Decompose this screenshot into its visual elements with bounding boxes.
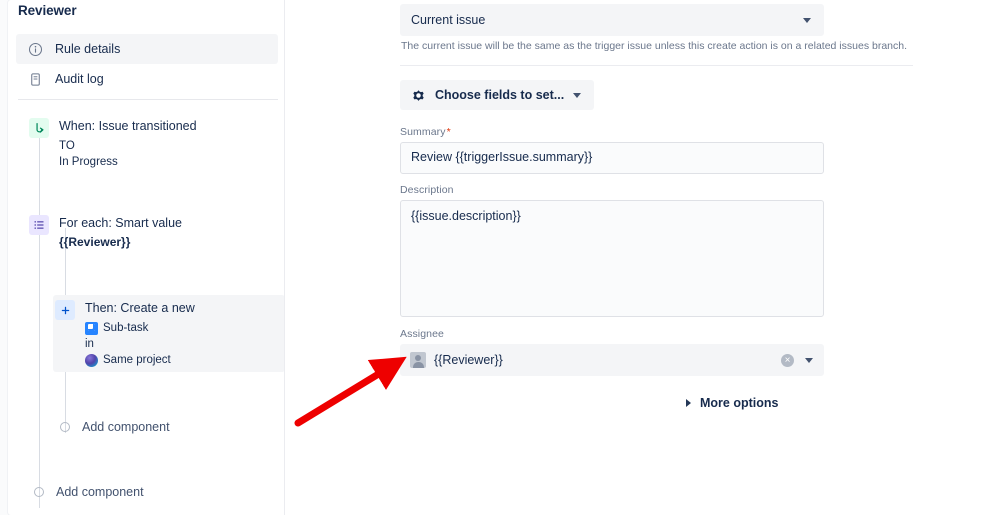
tree-node-action[interactable]: Then: Create a new Sub-task in Same proj… xyxy=(55,300,195,368)
tree-node-project: Same project xyxy=(85,352,195,368)
chevron-down-icon xyxy=(573,92,582,98)
more-options-toggle[interactable]: More options xyxy=(686,396,778,410)
summary-label: Summary* xyxy=(400,126,451,138)
page-title: Reviewer xyxy=(18,3,77,18)
choose-fields-label: Choose fields to set... xyxy=(435,88,565,102)
clear-icon[interactable]: × xyxy=(781,353,794,367)
more-options-label: More options xyxy=(700,396,779,410)
chevron-down-icon[interactable] xyxy=(805,357,813,363)
tree-node-title: For each: Smart value xyxy=(59,216,182,230)
tree-node-connector-word: in xyxy=(85,338,94,350)
sidebar-item-audit-log[interactable]: Audit log xyxy=(16,64,278,94)
tree-node-trigger-body: When: Issue transitioned TO In Progress xyxy=(59,118,197,170)
tree-connector-branch xyxy=(39,228,40,508)
assignee-field[interactable]: {{Reviewer}} × xyxy=(400,344,824,376)
issue-scope-select[interactable]: Current issue xyxy=(400,4,824,36)
tree-node-issue-type: Sub-task xyxy=(85,316,195,336)
tree-node-smart-value: {{Reviewer}} xyxy=(59,235,131,249)
circle-outline-icon xyxy=(34,487,44,497)
tree-node-branch[interactable]: For each: Smart value {{Reviewer}} xyxy=(29,215,182,250)
tree-node-title: Then: Create a new xyxy=(85,301,195,315)
sidebar-nav: Rule details Audit log xyxy=(16,34,278,94)
project-icon xyxy=(85,353,98,367)
assignee-value: {{Reviewer}} xyxy=(434,353,503,367)
issue-scope-value: Current issue xyxy=(411,13,486,27)
required-asterisk: * xyxy=(446,126,451,138)
tree-node-issue-type-label: Sub-task xyxy=(103,322,149,334)
add-component-root-button[interactable]: Add component xyxy=(34,485,144,499)
avatar xyxy=(410,352,426,368)
chevron-down-icon xyxy=(803,17,811,23)
description-textarea[interactable]: {{issue.description}} xyxy=(400,200,824,317)
add-component-label: Add component xyxy=(82,420,170,434)
transition-icon xyxy=(29,118,49,138)
tree-node-title: When: Issue transitioned xyxy=(59,119,197,133)
tree-node-project-label: Same project xyxy=(103,354,171,366)
list-icon xyxy=(29,215,49,235)
rule-sidebar-card: Reviewer Rule details Audit log When: Is… xyxy=(8,0,284,515)
add-component-label: Add component xyxy=(56,485,144,499)
tree-node-action-body: Then: Create a new Sub-task in Same proj… xyxy=(85,300,195,368)
chevron-right-icon xyxy=(686,399,691,407)
tree-node-sub-label: TO xyxy=(59,140,75,152)
assignee-label: Assignee xyxy=(400,328,444,340)
section-divider xyxy=(400,65,913,66)
circle-outline-icon xyxy=(60,422,70,432)
gear-icon xyxy=(411,88,426,103)
action-config-panel: Current issue The current issue will be … xyxy=(286,0,998,515)
info-icon xyxy=(26,40,44,58)
sidebar-item-label: Rule details xyxy=(55,42,121,56)
sidebar-divider xyxy=(18,99,278,100)
panel-right-gutter xyxy=(988,0,998,515)
subtask-icon xyxy=(85,321,98,335)
tree-node-branch-body: For each: Smart value {{Reviewer}} xyxy=(59,215,182,250)
summary-label-text: Summary xyxy=(400,126,446,138)
description-label: Description xyxy=(400,184,454,196)
automation-rule-editor: Reviewer Rule details Audit log When: Is… xyxy=(0,0,998,515)
rule-sidebar: Reviewer Rule details Audit log When: Is… xyxy=(0,0,285,515)
document-icon xyxy=(26,70,44,88)
tree-node-sub-value: In Progress xyxy=(59,156,118,168)
issue-scope-helper-text: The current issue will be the same as th… xyxy=(401,40,908,52)
plus-icon xyxy=(55,300,75,320)
tree-node-trigger[interactable]: When: Issue transitioned TO In Progress xyxy=(29,118,197,170)
sidebar-item-rule-details[interactable]: Rule details xyxy=(16,34,278,64)
summary-input[interactable]: Review {{triggerIssue.summary}} xyxy=(400,142,824,174)
sidebar-item-label: Audit log xyxy=(55,72,104,86)
add-component-nested-button[interactable]: Add component xyxy=(60,420,170,434)
choose-fields-button[interactable]: Choose fields to set... xyxy=(400,80,595,110)
